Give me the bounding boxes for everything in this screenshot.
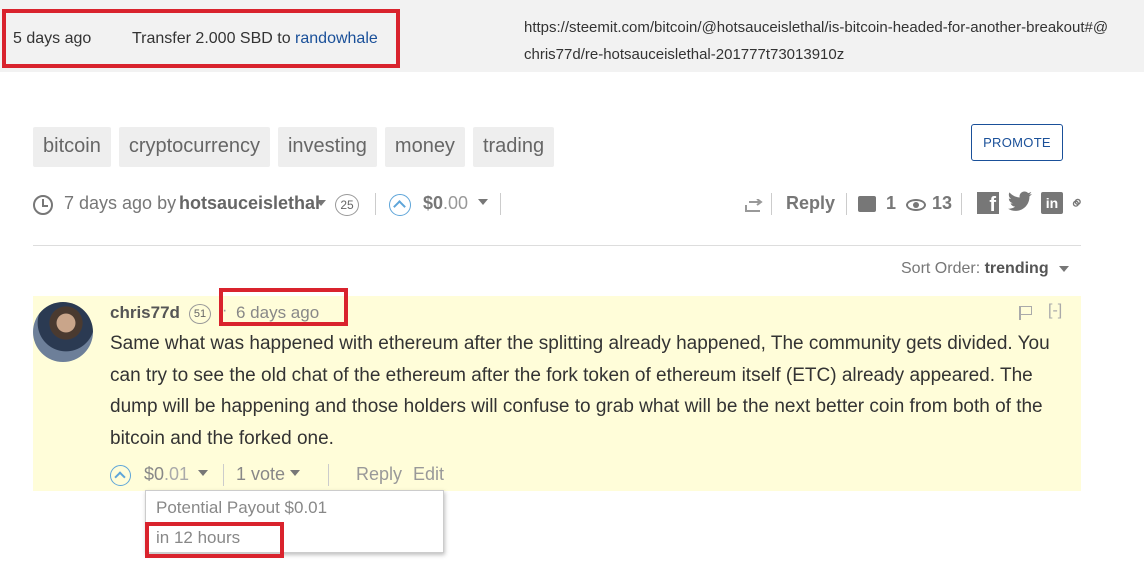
post-author[interactable]: hotsauceislethal: [179, 193, 320, 214]
highlight-box-transfer: [2, 9, 400, 68]
post-payout-main: $0: [423, 193, 444, 213]
post-payout[interactable]: $0.00: [423, 193, 468, 214]
avatar[interactable]: [33, 302, 93, 362]
comment-payout[interactable]: $0.01: [144, 464, 189, 485]
tag-item[interactable]: bitcoin: [33, 127, 111, 167]
comment-author-reputation-badge: 51: [189, 304, 211, 324]
divider: [375, 193, 376, 215]
author-dropdown-icon[interactable]: [316, 200, 326, 206]
promote-button[interactable]: PROMOTE: [971, 124, 1063, 161]
comment-body: Same what was happened with ethereum aft…: [110, 333, 1050, 449]
comment-edit-link[interactable]: Edit: [413, 464, 444, 485]
upvote-icon[interactable]: [389, 194, 411, 216]
comment: chris77d 51 · 6 days ago [-] Same what w…: [33, 296, 1081, 491]
post-payout-cents: .00: [443, 193, 469, 213]
comment-payout-cents: .01: [164, 464, 190, 484]
divider: [500, 193, 501, 215]
divider: [771, 193, 772, 215]
post-meta: 7 days ago by hotsauceislethal 25 $0.00 …: [33, 190, 1093, 218]
twitter-icon[interactable]: [1007, 190, 1033, 214]
payout-dropdown-icon[interactable]: [478, 199, 488, 205]
post-reply-link[interactable]: Reply: [786, 193, 835, 214]
comments-count[interactable]: 1: [886, 193, 896, 214]
comment-author[interactable]: chris77d: [110, 303, 180, 323]
divider: [223, 464, 224, 486]
eye-icon: [906, 199, 926, 211]
flag-icon[interactable]: [1019, 306, 1033, 320]
tag-list: bitcoin cryptocurrency investing money t…: [33, 127, 555, 167]
highlight-box-payout-time: [145, 522, 284, 558]
views-count: 13: [932, 193, 953, 213]
payout-dropdown-icon[interactable]: [198, 470, 208, 476]
upvote-icon[interactable]: [110, 465, 131, 486]
sort-order[interactable]: Sort Order: trending: [901, 260, 1070, 278]
sort-order-label: Sort Order:: [901, 260, 981, 277]
sort-dropdown-icon[interactable]: [1059, 265, 1070, 272]
section-divider: [33, 245, 1081, 246]
transfer-url: https://steemit.com/bitcoin/@hotsauceisl…: [514, 0, 1112, 72]
divider: [846, 193, 847, 215]
comment-votes[interactable]: 1 vote: [236, 464, 285, 485]
tag-item[interactable]: cryptocurrency: [118, 127, 270, 167]
author-reputation-badge: 25: [335, 194, 359, 216]
tag-item[interactable]: investing: [277, 127, 377, 167]
votes-dropdown-icon[interactable]: [290, 470, 300, 476]
collapse-toggle[interactable]: [-]: [1048, 302, 1062, 320]
divider: [328, 464, 329, 486]
highlight-box-comment-time: [219, 288, 348, 326]
comment-reply-link[interactable]: Reply: [356, 464, 402, 485]
post-time[interactable]: 7 days ago by: [64, 193, 176, 214]
potential-payout-text: Potential Payout $0.01: [156, 498, 328, 517]
comments-icon[interactable]: [858, 196, 876, 212]
facebook-icon[interactable]: f: [977, 192, 999, 216]
tag-item[interactable]: money: [384, 127, 465, 167]
linkedin-icon[interactable]: in: [1041, 192, 1063, 214]
clock-icon: [33, 195, 53, 215]
tag-item[interactable]: trading: [472, 127, 555, 167]
link-icon[interactable]: ⚭: [1065, 191, 1091, 217]
comment-payout-main: $0: [144, 464, 165, 484]
reblog-icon[interactable]: [745, 199, 763, 213]
comment-actions: $0.01 1 vote Reply Edit: [110, 462, 610, 488]
divider: [961, 193, 962, 215]
sort-order-value[interactable]: trending: [985, 260, 1049, 277]
